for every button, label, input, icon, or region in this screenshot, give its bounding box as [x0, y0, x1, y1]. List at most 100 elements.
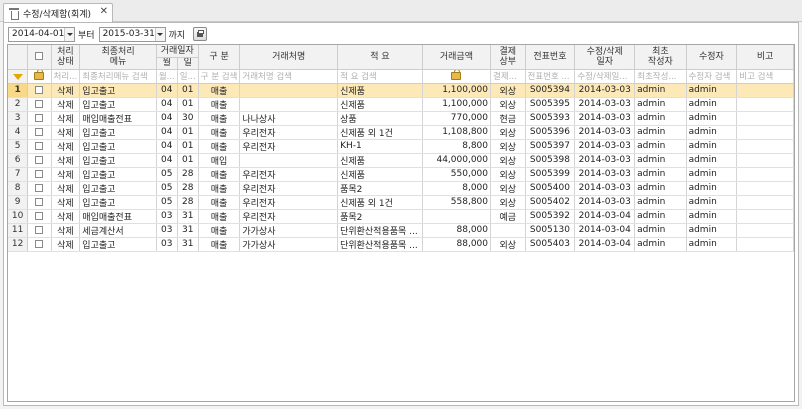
cell-checkbox[interactable] [27, 139, 52, 154]
cell-summary[interactable]: 단위환산적용품목 ... [337, 223, 423, 238]
cell-summary[interactable]: 품목2 [337, 181, 423, 196]
cell-note[interactable] [736, 111, 794, 126]
filter-payment[interactable]: 결제... [490, 69, 526, 84]
row-checkbox[interactable] [35, 155, 44, 164]
cell-rownum[interactable]: 7 [8, 167, 29, 182]
cell-status[interactable]: 삭제 [51, 209, 81, 224]
cell-customer[interactable]: 가가상사 [239, 223, 339, 238]
tab-trash-accounting[interactable]: 수정/삭제함(회계) ✕ [3, 3, 113, 22]
cell-note[interactable] [736, 167, 794, 182]
cell-amount[interactable]: 8,000 [422, 181, 492, 196]
cell-checkbox[interactable] [27, 83, 52, 98]
cell-month[interactable]: 04 [156, 153, 178, 168]
cell-modifier[interactable]: admin [686, 83, 738, 98]
cell-category[interactable]: 매입 [198, 153, 241, 168]
cell-day[interactable]: 31 [177, 209, 199, 224]
cell-status[interactable]: 삭제 [51, 125, 81, 140]
cell-creator[interactable]: admin [634, 139, 687, 154]
cell-menu[interactable]: 입고출고 [79, 181, 157, 196]
table-row[interactable]: 12 삭제 입고출고 03 31 매출 가가상사 단위환산적용품목 ... 88,000 외상 S0… [8, 237, 794, 252]
cell-day[interactable]: 30 [177, 111, 199, 126]
cell-category[interactable]: 매출 [198, 97, 241, 112]
cell-checkbox[interactable] [27, 97, 52, 112]
cell-payment[interactable]: 외상 [490, 237, 526, 252]
cell-payment[interactable]: 외상 [490, 83, 526, 98]
cell-summary[interactable]: KH-1 [337, 139, 423, 154]
row-checkbox[interactable] [35, 183, 44, 192]
cell-category[interactable]: 매출 [198, 139, 241, 154]
cell-modified-date[interactable]: 2014-03-03 [574, 111, 636, 126]
cell-modifier[interactable]: admin [686, 125, 738, 140]
cell-menu[interactable]: 입고출고 [79, 237, 157, 252]
cell-amount[interactable]: 1,100,000 [422, 97, 492, 112]
cell-voucher[interactable]: S005402 [525, 195, 576, 210]
cell-customer[interactable]: 우리전자 [239, 195, 339, 210]
cell-customer[interactable] [239, 97, 339, 112]
cell-payment[interactable]: 외상 [490, 181, 526, 196]
cell-note[interactable] [736, 139, 794, 154]
cell-voucher[interactable]: S005400 [525, 181, 576, 196]
cell-customer[interactable] [239, 153, 339, 168]
cell-amount[interactable]: 88,000 [422, 237, 492, 252]
cell-summary[interactable]: 품목2 [337, 209, 423, 224]
header-trade-date[interactable]: 거래일자 [156, 45, 199, 58]
header-summary[interactable]: 적 요 [337, 45, 423, 70]
cell-menu[interactable]: 입고출고 [79, 153, 157, 168]
cell-note[interactable] [736, 209, 794, 224]
cell-category[interactable]: 매출 [198, 111, 241, 126]
filter-month[interactable]: 월... [156, 69, 178, 84]
cell-voucher[interactable]: S005130 [525, 223, 576, 238]
header-modifier[interactable]: 수정자 [686, 45, 738, 70]
cell-category[interactable]: 매출 [198, 83, 241, 98]
cell-month[interactable]: 04 [156, 83, 178, 98]
cell-payment[interactable]: 외상 [490, 125, 526, 140]
cell-note[interactable] [736, 181, 794, 196]
cell-checkbox[interactable] [27, 181, 52, 196]
row-checkbox[interactable] [35, 211, 44, 220]
chevron-down-icon[interactable] [154, 27, 165, 41]
cell-menu[interactable]: 입고출고 [79, 83, 157, 98]
cell-rownum[interactable]: 1 [8, 83, 29, 98]
cell-summary[interactable]: 신제품 외 1건 [337, 125, 423, 140]
cell-day[interactable]: 28 [177, 181, 199, 196]
filter-cell[interactable] [27, 69, 52, 84]
cell-modifier[interactable]: admin [686, 167, 738, 182]
cell-menu[interactable]: 세금계산서 [79, 223, 157, 238]
cell-status[interactable]: 삭제 [51, 139, 81, 154]
cell-creator[interactable]: admin [634, 237, 687, 252]
cell-month[interactable]: 05 [156, 181, 178, 196]
header-customer[interactable]: 거래처명 [239, 45, 339, 70]
cell-note[interactable] [736, 83, 794, 98]
cell-category[interactable]: 매출 [198, 125, 241, 140]
cell-category[interactable]: 매출 [198, 181, 241, 196]
cell-creator[interactable]: admin [634, 111, 687, 126]
filter-note[interactable]: 비고 검색 [736, 69, 794, 84]
row-checkbox[interactable] [35, 225, 44, 234]
filter-creator[interactable]: 최초작성... [634, 69, 687, 84]
filter-icon[interactable] [12, 74, 23, 80]
cell-checkbox[interactable] [27, 237, 52, 252]
cell-modifier[interactable]: admin [686, 195, 738, 210]
cell-creator[interactable]: admin [634, 195, 687, 210]
cell-category[interactable]: 매출 [198, 195, 241, 210]
cell-modified-date[interactable]: 2014-03-03 [574, 153, 636, 168]
cell-status[interactable]: 삭제 [51, 195, 81, 210]
print-icon[interactable] [193, 27, 208, 41]
table-row[interactable]: 9 삭제 입고출고 05 28 매출 우리전자 신제품 외 1건 558,800 외상 S00540… [8, 195, 794, 210]
cell-customer[interactable]: 우리전자 [239, 181, 339, 196]
cell-voucher[interactable]: S005396 [525, 125, 576, 140]
cell-amount[interactable] [422, 209, 492, 224]
cell-summary[interactable]: 신제품 [337, 167, 423, 182]
cell-voucher[interactable]: S005397 [525, 139, 576, 154]
cell-summary[interactable]: 단위환산적용품목 ... [337, 237, 423, 252]
cell-creator[interactable]: admin [634, 181, 687, 196]
cell-amount[interactable]: 558,800 [422, 195, 492, 210]
cell-menu[interactable]: 입고출고 [79, 139, 157, 154]
cell-creator[interactable]: admin [634, 125, 687, 140]
header-voucher[interactable]: 전표번호 [525, 45, 576, 70]
cell-note[interactable] [736, 223, 794, 238]
cell-creator[interactable]: admin [634, 83, 687, 98]
cell-status[interactable]: 삭제 [51, 181, 81, 196]
cell-note[interactable] [736, 97, 794, 112]
cell-modifier[interactable]: admin [686, 139, 738, 154]
